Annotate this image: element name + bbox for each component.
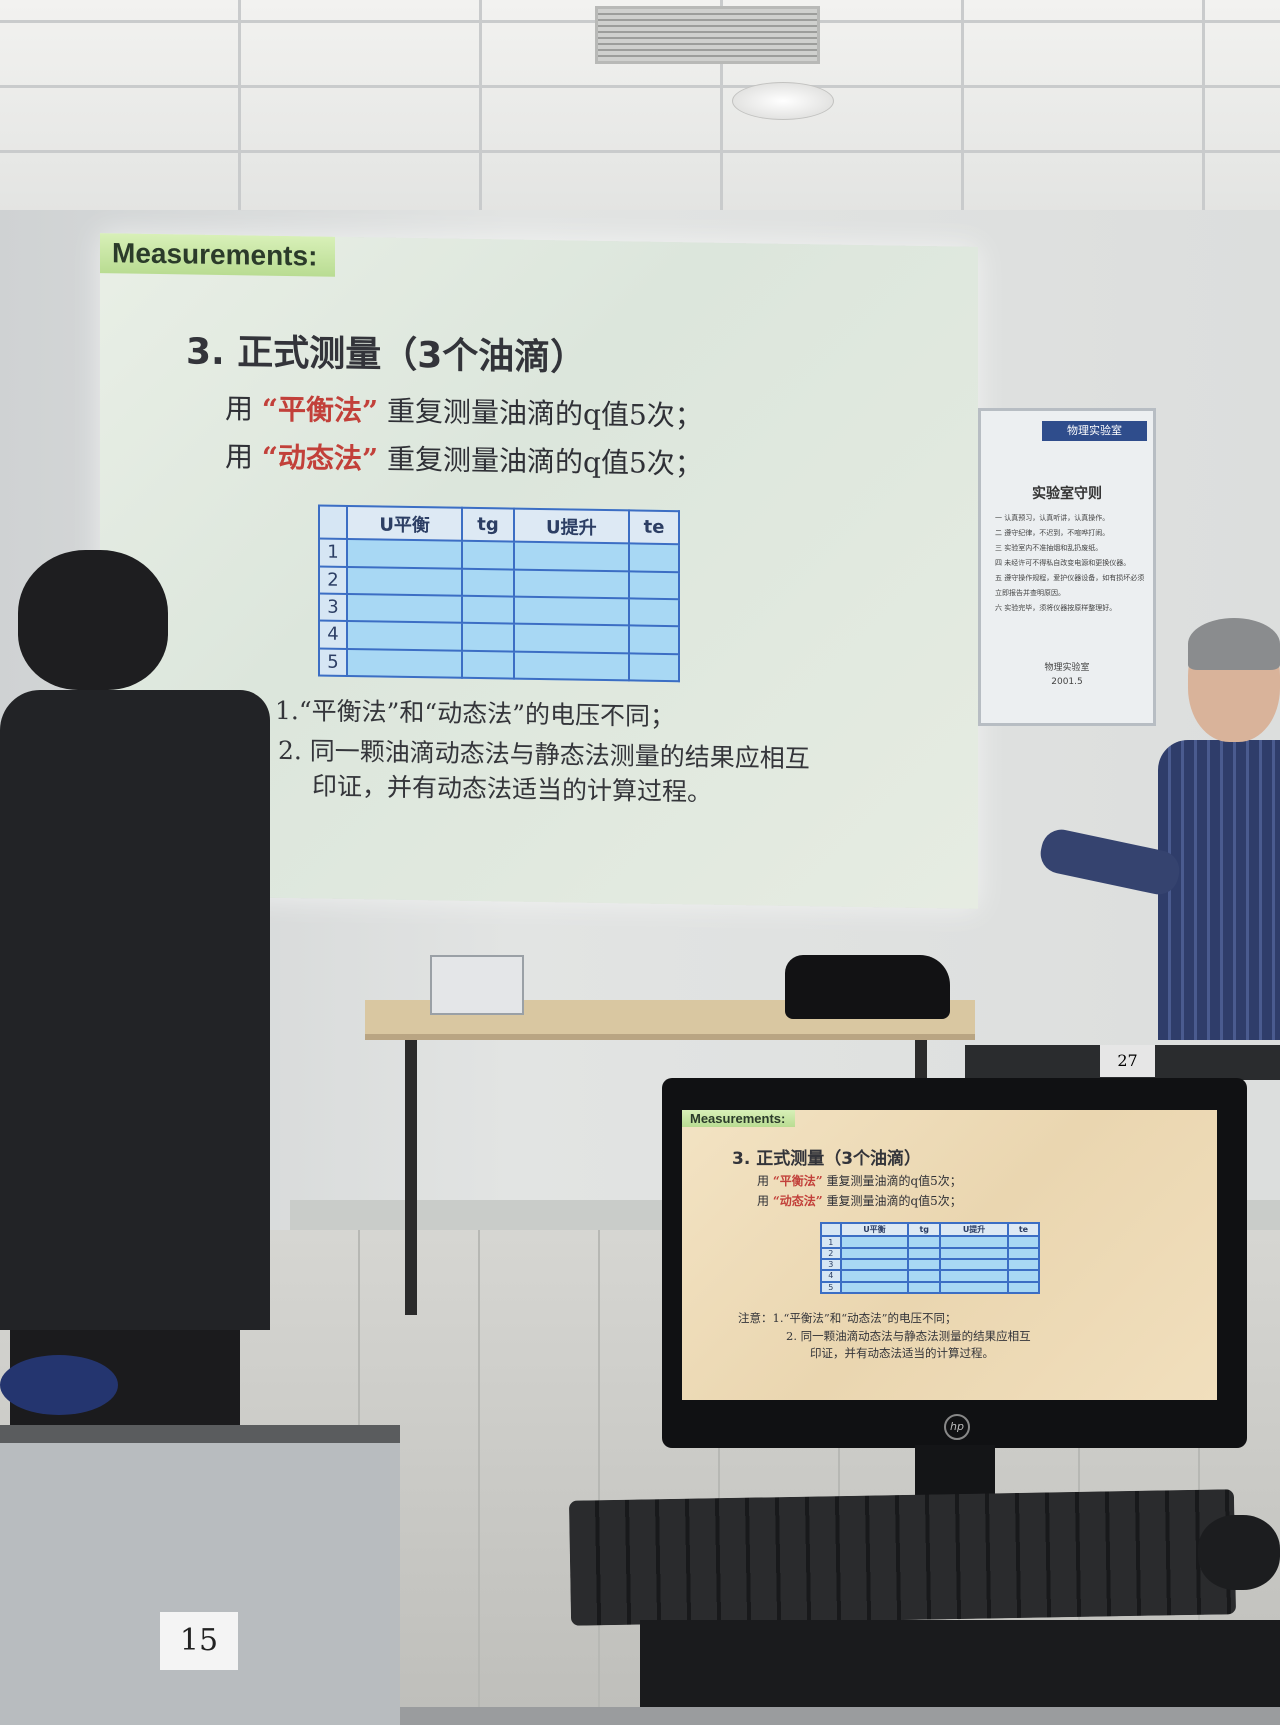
board-rule: 三 实验室内不准抽烟和乱扔废纸。 bbox=[995, 544, 1103, 552]
board-rule: 二 遵守纪律，不迟到，不喧哗打闹。 bbox=[995, 529, 1110, 537]
keyboard[interactable] bbox=[568, 1489, 1237, 1626]
board-footer: 物理实验室 2001.5 bbox=[1044, 663, 1090, 687]
slide-line-2: 用 “动态法” 重复测量油滴的q值5次； bbox=[225, 440, 703, 481]
monitor-screen: Measurements: 3. 正式测量（3个油滴） 用 “平衡法” 重复测量… bbox=[682, 1110, 1217, 1400]
mouse[interactable] bbox=[1198, 1515, 1280, 1590]
student bbox=[0, 690, 270, 1330]
screen-note-2: 2. 同一颗油滴动态法与静态法测量的结果应相互 bbox=[786, 1329, 1031, 1343]
screen-note-1: 注意：1.“平衡法”和“动态法”的电压不同； bbox=[738, 1311, 957, 1325]
monitor: Measurements: 3. 正式测量（3个油滴） 用 “平衡法” 重复测量… bbox=[662, 1078, 1247, 1448]
smoke-detector bbox=[732, 82, 834, 120]
board-rule: 六 实验完毕，须将仪器按原样整理好。 bbox=[995, 604, 1117, 612]
slide-line-1: 用 “平衡法” 重复测量油滴的q值5次； bbox=[225, 392, 703, 433]
lab-rules-board: 物理实验室 实验室守则 一 认真预习，认真听讲，认真操作。 二 遵守纪律，不迟到… bbox=[978, 408, 1156, 726]
bag bbox=[785, 955, 950, 1019]
board-rule: 四 未经许可不得私自改变电源和更换仪器。 bbox=[995, 559, 1131, 567]
teacher-hair bbox=[1188, 618, 1280, 670]
storage-box bbox=[430, 955, 524, 1015]
slide-note-3: 印证，并有动态法适当的计算过程。 bbox=[312, 771, 713, 807]
monitor-stand bbox=[915, 1445, 995, 1495]
front-desk bbox=[0, 1425, 400, 1725]
screen-line-1: 用 “平衡法” 重复测量油滴的q值5次； bbox=[757, 1174, 962, 1188]
desk-number-15: 15 bbox=[160, 1612, 238, 1670]
hp-logo: hp bbox=[944, 1414, 970, 1440]
bench-number-27: 27 bbox=[1100, 1045, 1155, 1077]
screen-header-label: Measurements: bbox=[682, 1110, 796, 1127]
screen-note-3: 印证，并有动态法适当的计算过程。 bbox=[810, 1346, 994, 1360]
board-title: 实验室守则 bbox=[1032, 486, 1102, 502]
slide-header-label: Measurements: bbox=[100, 233, 336, 277]
table-leg bbox=[405, 1040, 417, 1315]
board-rule: 五 遵守操作规程，爱护仪器设备，如有损坏必须立即报告并查明原因。 bbox=[995, 574, 1145, 597]
screen-slide-title: 3. 正式测量（3个油滴） bbox=[732, 1149, 922, 1169]
desk-shadow bbox=[640, 1620, 1280, 1707]
table-row: 5 bbox=[319, 648, 679, 682]
slide-note-1: 意：1.“平衡法”和“动态法”的电压不同； bbox=[225, 695, 675, 732]
board-rule: 一 认真预习，认真听讲，认真操作。 bbox=[995, 514, 1110, 522]
screen-data-table: U平衡 tg U提升 te 1 2 3 4 5 bbox=[820, 1221, 1041, 1295]
board-header: 物理实验室 bbox=[1042, 421, 1147, 441]
table-header-row: U平衡 tg U提升 te bbox=[319, 505, 679, 545]
student-head bbox=[18, 550, 168, 690]
stool bbox=[0, 1355, 118, 1415]
teacher bbox=[1158, 740, 1280, 1040]
ceiling-vent bbox=[595, 6, 820, 64]
screen-line-2: 用 “动态法” 重复测量油滴的q值5次； bbox=[757, 1194, 962, 1208]
board-rules: 一 认真预习，认真听讲，认真操作。 二 遵守纪律，不迟到，不喧哗打闹。 三 实验… bbox=[995, 511, 1145, 616]
data-table: U平衡 tg U提升 te 1 2 3 4 5 bbox=[318, 504, 680, 683]
slide-title: 3. 正式测量（3个油滴） bbox=[186, 331, 587, 379]
